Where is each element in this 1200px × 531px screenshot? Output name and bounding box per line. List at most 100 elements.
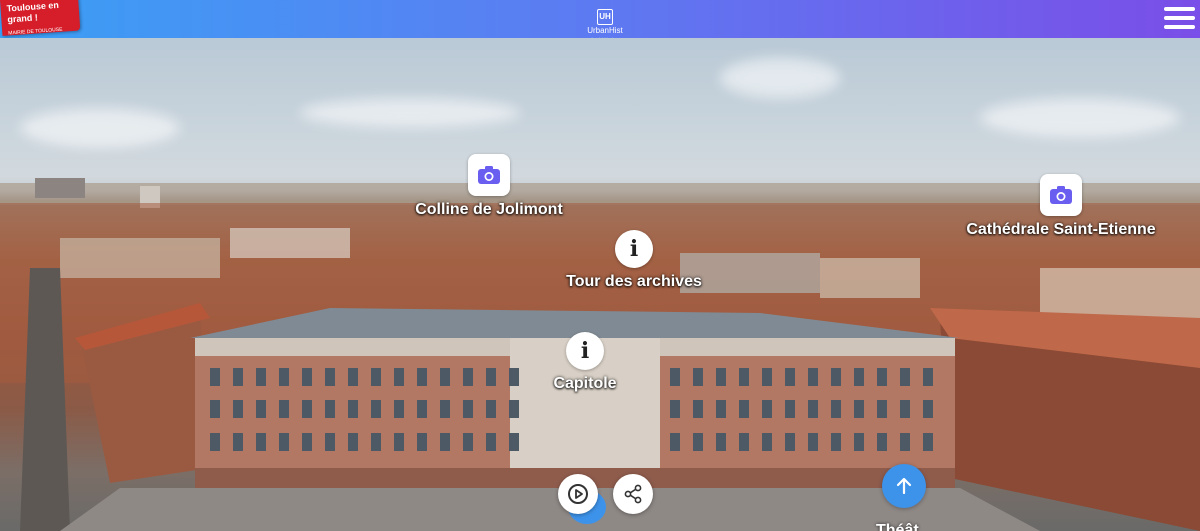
facade-window <box>509 400 519 418</box>
facade-window <box>440 400 450 418</box>
facade-window <box>233 400 243 418</box>
facade-window <box>900 433 910 451</box>
facade-window <box>348 433 358 451</box>
facade-window <box>463 400 473 418</box>
hotspot-capitole[interactable]: i Capitole <box>535 332 635 393</box>
facade-window <box>739 400 749 418</box>
facade-window <box>923 368 933 386</box>
facade-window <box>302 400 312 418</box>
facade-window <box>716 368 726 386</box>
facade-window <box>256 400 266 418</box>
facade-window <box>693 433 703 451</box>
facade-window <box>463 433 473 451</box>
facade-window <box>302 433 312 451</box>
facade-window <box>210 433 220 451</box>
facade-window <box>923 400 933 418</box>
facade-window <box>486 400 496 418</box>
facade-window <box>877 400 887 418</box>
camera-icon[interactable] <box>468 154 510 196</box>
facade-window <box>371 368 381 386</box>
facade-window <box>348 400 358 418</box>
facade-window <box>463 368 473 386</box>
app-brand[interactable]: UH UrbanHist urban hist toulouse <box>560 6 650 41</box>
facade-window <box>808 368 818 386</box>
hotspot-label: Tour des archives <box>566 273 702 290</box>
share-icon[interactable] <box>613 474 653 514</box>
facade-window <box>509 368 519 386</box>
facade-window <box>854 400 864 418</box>
arrow-up-icon[interactable] <box>882 464 926 508</box>
brand-name: UrbanHist <box>587 26 623 35</box>
facade-window <box>509 433 519 451</box>
facade-window <box>831 400 841 418</box>
facade-window <box>670 433 680 451</box>
facade-window <box>279 400 289 418</box>
toulouse-logo[interactable]: Toulouse en grand ! MAIRIE DE TOULOUSE <box>0 0 81 36</box>
camera-icon[interactable] <box>1040 174 1082 216</box>
info-icon[interactable]: i <box>566 332 604 370</box>
facade-window <box>348 368 358 386</box>
brand-mark: UH <box>597 9 613 25</box>
facade-window <box>394 433 404 451</box>
facade-window <box>440 433 450 451</box>
facade-window <box>877 368 887 386</box>
facade-window <box>279 433 289 451</box>
facade-window <box>877 433 887 451</box>
facade-window <box>417 400 427 418</box>
facade-window <box>693 400 703 418</box>
facade-window <box>210 368 220 386</box>
hotspot-label: Capitole <box>553 375 617 392</box>
facade-window <box>394 400 404 418</box>
facade-window <box>233 433 243 451</box>
facade-window <box>739 368 749 386</box>
facade-window <box>486 368 496 386</box>
info-icon[interactable]: i <box>615 230 653 268</box>
facade-window <box>716 400 726 418</box>
facade-window <box>417 368 427 386</box>
facade-window <box>486 433 496 451</box>
facade-window <box>831 368 841 386</box>
facade-window <box>854 368 864 386</box>
logo-text: Toulouse en grand ! <box>6 0 60 25</box>
facade-window <box>785 368 795 386</box>
facade-window <box>440 368 450 386</box>
facade-window <box>716 433 726 451</box>
hotspot-cathedrale-saint-etienne[interactable]: Cathédrale Saint-Etienne <box>955 174 1167 239</box>
facade-window <box>325 433 335 451</box>
facade-window <box>762 433 772 451</box>
facade-window <box>808 400 818 418</box>
facade-window <box>900 400 910 418</box>
facade-window <box>693 368 703 386</box>
facade-window <box>785 400 795 418</box>
facade-window <box>923 433 933 451</box>
hotspot-colline-jolimont[interactable]: Colline de Jolimont <box>404 154 574 219</box>
facade-window <box>854 433 864 451</box>
facade-window <box>325 400 335 418</box>
facade-window <box>325 368 335 386</box>
facade-window <box>302 368 312 386</box>
hamburger-icon[interactable] <box>1164 7 1195 33</box>
facade-window <box>371 400 381 418</box>
facade-window <box>210 400 220 418</box>
hotspot-label: Cathédrale Saint-Etienne <box>966 221 1156 238</box>
facade-window <box>808 433 818 451</box>
hotspot-label: Colline de Jolimont <box>415 201 563 218</box>
facade-window <box>739 433 749 451</box>
facade-window <box>279 368 289 386</box>
facade-window <box>831 433 841 451</box>
play-circle-icon[interactable] <box>558 474 598 514</box>
hotspot-tour-des-archives[interactable]: i Tour des archives <box>554 230 714 291</box>
facade-window <box>900 368 910 386</box>
facade-window <box>785 433 795 451</box>
facade-window <box>256 368 266 386</box>
facade-window <box>417 433 427 451</box>
facade-window <box>256 433 266 451</box>
panorama-view[interactable]: Colline de Jolimont Cathédrale Saint-Eti… <box>0 38 1200 531</box>
facade-window <box>670 368 680 386</box>
facade-window <box>371 433 381 451</box>
facade-window <box>762 368 772 386</box>
facade-window <box>762 400 772 418</box>
facade-window <box>670 400 680 418</box>
top-bar: Toulouse en grand ! MAIRIE DE TOULOUSE U… <box>0 0 1200 41</box>
facade-window <box>394 368 404 386</box>
